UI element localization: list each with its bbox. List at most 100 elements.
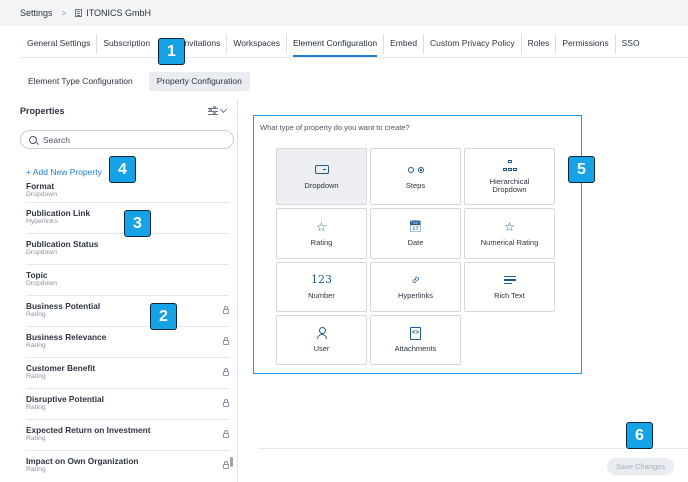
callout-badge: 5	[568, 156, 595, 183]
star-icon: ☆	[316, 219, 327, 234]
chevron-down-icon	[219, 105, 228, 114]
property-type-grid: Dropdown Steps Hierarchical Dropdown ☆ R…	[276, 148, 555, 365]
number-icon: 123	[311, 273, 332, 286]
type-card-hierarchical-dropdown[interactable]: Hierarchical Dropdown	[464, 148, 555, 205]
property-name: Publication Status	[26, 239, 99, 249]
tab-workspaces[interactable]: Workspaces	[226, 34, 286, 54]
callout-badge: 2	[150, 303, 177, 330]
star-icon: ☆	[504, 219, 515, 234]
scrollbar-thumb[interactable]	[230, 457, 233, 467]
chooser-question: What type of property do you want to cre…	[260, 123, 410, 132]
property-type: Rating	[26, 373, 46, 380]
breadcrumb-org[interactable]: ITONICS GmbH	[86, 8, 151, 18]
tab-roles[interactable]: Roles	[520, 34, 556, 54]
callout-badge: 6	[626, 422, 653, 449]
link-icon: ∞	[408, 272, 423, 288]
type-card-rich-text[interactable]: Rich Text	[464, 262, 555, 312]
type-label: Numerical Rating	[480, 237, 539, 247]
breadcrumb: Settings > ITONICS GmbH	[0, 0, 688, 26]
rich-text-icon	[503, 274, 516, 286]
search-input[interactable]	[43, 134, 213, 145]
type-card-rating[interactable]: ☆ Rating	[276, 208, 367, 259]
tab-embed[interactable]: Embed	[383, 34, 423, 54]
breadcrumb-separator: >	[61, 8, 67, 18]
list-item[interactable]: Format Dropdown	[26, 182, 229, 203]
callout-badge: 4	[109, 156, 136, 183]
user-icon	[316, 327, 327, 339]
attachment-icon: <>	[410, 326, 421, 340]
steps-icon	[407, 166, 424, 173]
list-item[interactable]: Disruptive Potential Rating	[26, 389, 229, 420]
property-type-chooser: What type of property do you want to cre…	[253, 115, 582, 374]
tab-invitations[interactable]: Invitations	[178, 34, 226, 54]
property-type: Rating	[26, 342, 46, 349]
save-changes-button[interactable]: Save Changes	[607, 458, 674, 475]
callout-badge: 3	[124, 210, 151, 237]
property-name: Topic	[26, 270, 48, 280]
list-item[interactable]: Publication Status Dropdown	[26, 234, 229, 265]
type-label: Hierarchical Dropdown	[489, 176, 530, 194]
dropdown-icon	[314, 165, 329, 174]
properties-header: Properties	[20, 106, 65, 116]
type-card-date[interactable]: 📅︎ Date	[370, 208, 461, 259]
type-label: Date	[407, 237, 424, 247]
subtab-property-configuration[interactable]: Property Configuration	[148, 72, 250, 91]
lock-icon	[223, 430, 229, 438]
filter-icon	[208, 105, 218, 116]
type-card-steps[interactable]: Steps	[370, 148, 461, 205]
type-card-number[interactable]: 123 Number	[276, 262, 367, 312]
property-type: Rating	[26, 466, 46, 473]
list-item[interactable]: Topic Dropdown	[26, 265, 229, 296]
filter-button[interactable]	[208, 105, 230, 117]
footer-divider	[258, 448, 688, 449]
type-card-user[interactable]: User	[276, 315, 367, 365]
hierarchy-icon	[502, 159, 517, 172]
type-card-numerical-rating[interactable]: ☆ Numerical Rating	[464, 208, 555, 259]
property-name: Business Potential	[26, 301, 101, 311]
type-label: Steps	[405, 180, 426, 190]
lock-icon	[223, 337, 229, 345]
list-item[interactable]: Business Relevance Rating	[26, 327, 229, 358]
list-item[interactable]: Expected Return on Investment Rating	[26, 420, 229, 451]
list-item[interactable]: Customer Benefit Rating	[26, 358, 229, 389]
type-card-attachments[interactable]: <> Attachments	[370, 315, 461, 365]
search-field[interactable]	[20, 130, 234, 149]
lock-icon	[223, 306, 229, 314]
type-label: User	[313, 344, 330, 353]
tab-general-settings[interactable]: General Settings	[20, 34, 96, 54]
property-name: Disruptive Potential	[26, 394, 104, 404]
building-icon	[75, 9, 83, 17]
property-name: Format	[26, 181, 55, 191]
tab-custom-privacy-policy[interactable]: Custom Privacy Policy	[423, 34, 521, 54]
type-label: Rating	[310, 237, 333, 247]
property-type: Rating	[26, 311, 46, 318]
lock-icon	[223, 399, 229, 407]
property-type: Rating	[26, 435, 46, 442]
list-item[interactable]: Business Potential Rating	[26, 296, 229, 327]
type-label: Number	[308, 291, 335, 300]
property-type: Dropdown	[26, 191, 57, 198]
type-label: Attachments	[394, 344, 437, 353]
property-name: Business Relevance	[26, 332, 107, 342]
calendar-icon: 📅︎	[408, 220, 423, 233]
type-card-dropdown[interactable]: Dropdown	[276, 148, 367, 205]
property-name: Expected Return on Investment	[26, 425, 151, 435]
type-label: Hyperlinks	[397, 291, 433, 300]
breadcrumb-settings[interactable]: Settings	[20, 8, 53, 18]
add-new-property-link[interactable]: + Add New Property	[26, 167, 102, 177]
tab-element-configuration[interactable]: Element Configuration	[286, 34, 383, 57]
tab-sso[interactable]: SSO	[614, 34, 646, 54]
type-label: Dropdown	[304, 180, 339, 190]
property-name: Customer Benefit	[26, 363, 96, 373]
type-label: Rich Text	[494, 291, 525, 300]
config-subtabs: Element Type Configuration Property Conf…	[20, 72, 250, 91]
callout-badge: 1	[158, 38, 185, 65]
settings-tabs: General Settings Subscription Invitation…	[20, 34, 688, 57]
property-type: Rating	[26, 404, 46, 411]
search-icon	[29, 135, 37, 144]
subtab-element-type-configuration[interactable]: Element Type Configuration	[20, 72, 141, 91]
type-card-hyperlinks[interactable]: ∞ Hyperlinks	[370, 262, 461, 312]
tab-permissions[interactable]: Permissions	[555, 34, 614, 54]
lock-icon	[223, 368, 229, 376]
list-item[interactable]: Impact on Own Organization Rating	[26, 451, 229, 482]
